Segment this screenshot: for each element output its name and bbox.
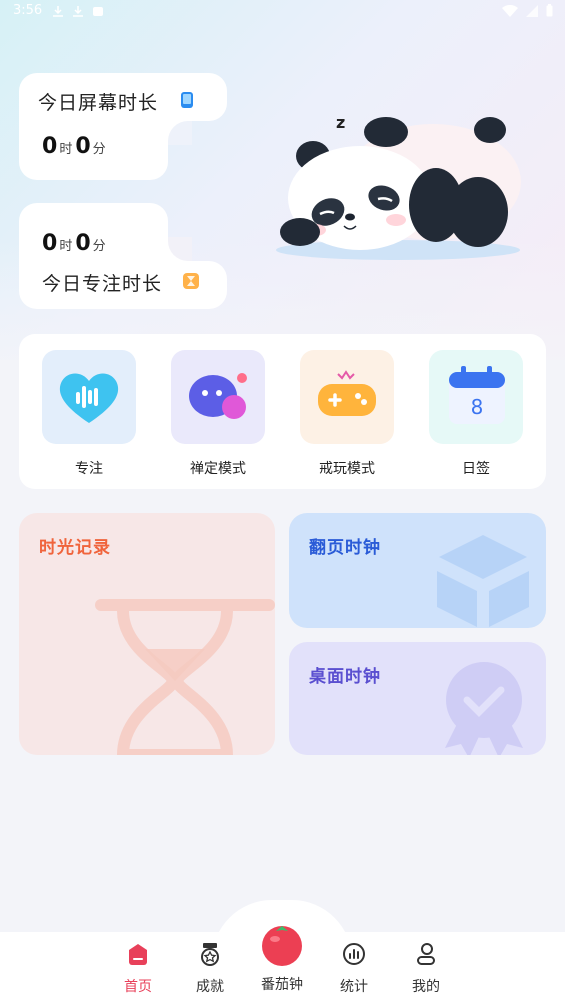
nav-profile[interactable]: 我的 xyxy=(396,942,456,996)
wifi-icon xyxy=(502,4,518,17)
feature-zen-mode[interactable]: 禅定模式 xyxy=(170,350,266,478)
badge-watermark-icon xyxy=(445,662,523,755)
cube-watermark-icon xyxy=(437,535,529,627)
feature-quit-gaming-mode[interactable]: 戒玩模式 xyxy=(299,350,395,478)
screen-time-value: 0时 0分 xyxy=(42,134,106,159)
screen-time-label: 今日屏幕时长 xyxy=(38,92,159,114)
desktop-clock-title: 桌面时钟 xyxy=(309,667,381,687)
chart-icon xyxy=(343,943,365,965)
time-record-tile[interactable]: 时光记录 xyxy=(19,513,275,755)
sleeping-panda-illustration: z xyxy=(276,113,521,260)
feature-daily-card[interactable]: 8 日签 xyxy=(428,350,524,478)
nav-home[interactable]: 首页 xyxy=(108,942,168,996)
nav-pomodoro[interactable]: 番茄钟 xyxy=(252,922,312,994)
tomato-icon xyxy=(262,926,302,966)
battery-icon xyxy=(546,4,553,17)
home-icon xyxy=(129,944,147,965)
nav-achievements[interactable]: 成就 xyxy=(180,942,240,996)
download-icon xyxy=(73,6,83,17)
hourglass-watermark-icon xyxy=(95,599,275,755)
features-card: 专注 禅定模式 戒玩模式 8 日签 xyxy=(19,334,546,489)
flip-clock-title: 翻页时钟 xyxy=(309,538,381,558)
heart-pulse-icon xyxy=(59,373,119,423)
time-record-title: 时光记录 xyxy=(39,538,111,558)
status-bar: 3:56 xyxy=(0,0,565,24)
profile-icon xyxy=(417,943,435,965)
download-icon xyxy=(53,6,63,17)
nav-statistics[interactable]: 统计 xyxy=(324,942,384,996)
calendar-icon: 8 xyxy=(449,366,505,424)
phone-icon xyxy=(181,92,193,108)
feature-focus[interactable]: 专注 xyxy=(41,350,137,478)
medal-icon xyxy=(201,943,219,966)
svg-text:8: 8 xyxy=(471,395,484,419)
focus-time-value: 0时 0分 xyxy=(42,231,106,256)
focus-time-label: 今日专注时长 xyxy=(42,273,163,295)
desktop-clock-tile[interactable]: 桌面时钟 xyxy=(289,642,546,755)
hourglass-icon xyxy=(183,273,199,289)
signal-icon xyxy=(526,4,538,17)
gamepad-icon xyxy=(318,370,376,416)
flip-clock-tile[interactable]: 翻页时钟 xyxy=(289,513,546,628)
notification-icon xyxy=(93,7,103,16)
chat-bubbles-icon xyxy=(189,373,247,419)
status-time: 3:56 xyxy=(13,3,43,18)
sleep-z-text: z xyxy=(336,113,345,132)
